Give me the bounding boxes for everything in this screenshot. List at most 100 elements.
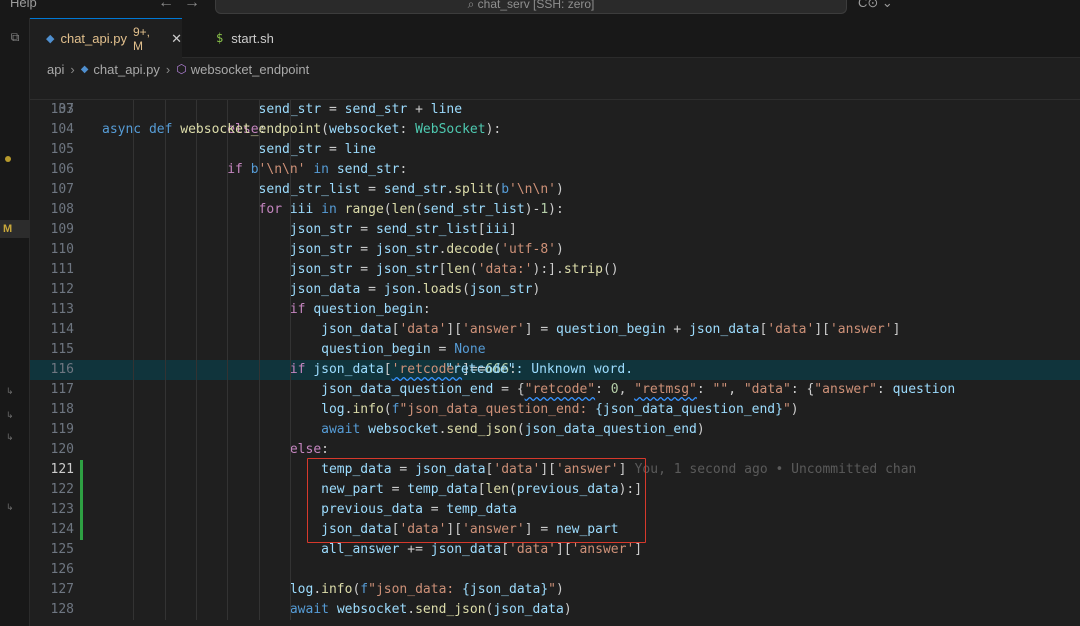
shell-icon: $ xyxy=(216,31,224,45)
code-line[interactable]: 105 send_str = line xyxy=(30,140,1080,160)
git-change-marker[interactable] xyxy=(80,480,83,500)
account-icon[interactable]: C⊙ ⌄ xyxy=(858,0,893,11)
git-change-marker[interactable] xyxy=(80,500,83,520)
code-line[interactable]: 117 json_data_question_end = {"retcode":… xyxy=(30,380,1080,400)
method-icon: ⬡ xyxy=(176,62,187,76)
code-line[interactable]: 112 json_data = json.loads(json_str) xyxy=(30,280,1080,300)
code-line[interactable]: 110 json_str = json_str.decode('utf-8') xyxy=(30,240,1080,260)
reply-arrow-icon: ↳ xyxy=(6,432,14,442)
code-line[interactable]: 103 send_str = send_str + line xyxy=(30,100,1080,120)
breadcrumb-symbol[interactable]: websocket_endpoint xyxy=(191,62,310,77)
code-text: question_begin = None xyxy=(321,342,486,357)
code-line[interactable]: 109 json_str = send_str_list[iii] xyxy=(30,220,1080,240)
code-line[interactable]: 113 if question_begin: xyxy=(30,300,1080,320)
code-text: json_str = json_str.decode('utf-8') xyxy=(289,242,564,257)
forward-arrow-icon[interactable]: → xyxy=(184,0,200,12)
line-number: 107 xyxy=(50,182,74,197)
close-icon[interactable]: ✕ xyxy=(171,31,182,47)
indent-guide xyxy=(289,100,291,620)
line-number: 110 xyxy=(50,242,74,257)
code-line[interactable]: 119 await websocket.send_json(json_data_… xyxy=(30,420,1080,440)
problems-badge: 9+, M xyxy=(132,24,150,53)
code-line[interactable]: 126 xyxy=(30,560,1080,580)
line-number: 114 xyxy=(50,322,74,337)
breadcrumb-file[interactable]: chat_api.py xyxy=(93,62,160,77)
line-number: 106 xyxy=(50,162,74,177)
tab-chat-api[interactable]: ◆ chat_api.py 9+, M ✕ xyxy=(30,18,182,58)
title-bar: Help ← → ⌕ chat_serv [SSH: zero] C⊙ ⌄ xyxy=(0,0,1080,18)
activity-bar: ⧉ M ↳ ↳ ↳ ↳ xyxy=(0,18,30,626)
line-number: 112 xyxy=(50,282,74,297)
line-number: 109 xyxy=(50,222,74,237)
code-text: await websocket.send_json(json_data_ques… xyxy=(321,422,705,437)
warning-dot-icon xyxy=(5,156,11,162)
indent-guide xyxy=(195,100,197,620)
reply-arrow-icon: ↳ xyxy=(6,502,14,512)
tab-start-sh[interactable]: $ start.sh xyxy=(200,18,310,58)
line-number: 111 xyxy=(50,262,74,277)
code-text: if question_begin: xyxy=(289,302,431,317)
indent-guide xyxy=(258,100,260,620)
code-text: for iii in range(len(send_str_list)-1): xyxy=(258,202,564,217)
breadcrumb: api › ◆ chat_api.py › ⬡ websocket_endpoi… xyxy=(30,58,1080,80)
code-text: if b'\n\n' in send_str: xyxy=(227,162,408,177)
code-line[interactable]: 125 all_answer += json_data['data']['ans… xyxy=(30,540,1080,560)
spell-check-hint: "retcode": Unknown word. xyxy=(445,362,634,377)
code-text: json_data = json.loads(json_str) xyxy=(289,282,541,297)
code-text: json_data_question_end = {"retcode": 0, … xyxy=(321,382,956,397)
back-arrow-icon[interactable]: ← xyxy=(158,0,174,12)
code-text: send_str = line xyxy=(259,142,376,157)
code-line[interactable]: 120 else: xyxy=(30,440,1080,460)
line-number: 125 xyxy=(50,542,74,557)
tab-label: chat_api.py xyxy=(60,31,127,46)
code-text: log.info(f"json_data: {json_data}") xyxy=(289,582,564,597)
code-text: else: xyxy=(289,442,329,457)
breadcrumb-folder[interactable]: api xyxy=(47,62,64,77)
code-line[interactable]: 115 question_begin = None xyxy=(30,340,1080,360)
code-line[interactable]: 118 log.info(f"json_data_question_end: {… xyxy=(30,400,1080,420)
line-number: 127 xyxy=(50,582,74,597)
line-number: 37 xyxy=(58,102,74,117)
code-editor[interactable]: 37 async def websocket_endpoint(websocke… xyxy=(30,80,1080,626)
code-text: all_answer += json_data['data']['answer'… xyxy=(321,542,643,557)
line-number: 108 xyxy=(50,202,74,217)
code-line[interactable]: 111 json_str = json_str[len('data:'):].s… xyxy=(30,260,1080,280)
code-text: json_str = json_str[len('data:'):].strip… xyxy=(289,262,619,277)
code-line[interactable]: 106 if b'\n\n' in send_str: xyxy=(30,160,1080,180)
sticky-scroll-line[interactable]: 37 async def websocket_endpoint(websocke… xyxy=(30,80,1080,137)
line-number: 121 xyxy=(50,462,74,477)
reply-arrow-icon: ↳ xyxy=(6,410,14,420)
git-change-marker[interactable] xyxy=(80,460,83,480)
line-number: 123 xyxy=(50,502,74,517)
python-icon: ◆ xyxy=(46,33,55,45)
tab-label: start.sh xyxy=(231,30,274,46)
menu-help[interactable]: Help xyxy=(10,0,37,10)
code-line[interactable]: 114 json_data['data']['answer'] = questi… xyxy=(30,320,1080,340)
command-center[interactable]: ⌕ chat_serv [SSH: zero] xyxy=(215,0,847,14)
line-number: 126 xyxy=(50,562,74,577)
highlight-box xyxy=(307,458,647,543)
modified-badge[interactable]: M xyxy=(0,220,30,238)
line-number: 116 xyxy=(50,362,74,377)
editor-tabs: ◆ chat_api.py 9+, M ✕ $ start.sh xyxy=(30,18,1080,58)
code-line[interactable]: 107 send_str_list = send_str.split(b'\n\… xyxy=(30,180,1080,200)
chevron-right-icon: › xyxy=(70,61,75,77)
code-line[interactable]: 127 log.info(f"json_data: {json_data}") xyxy=(30,580,1080,600)
code-text: send_str = send_str + line xyxy=(259,102,463,117)
line-number: 120 xyxy=(50,442,74,457)
line-number: 119 xyxy=(50,422,74,437)
code-text: await websocket.send_json(json_data) xyxy=(289,602,572,617)
indent-guide xyxy=(133,100,135,620)
code-line[interactable]: 128 await websocket.send_json(json_data) xyxy=(30,600,1080,620)
line-number: 124 xyxy=(50,522,74,537)
code-text: json_data['data']['answer'] = question_b… xyxy=(321,322,901,337)
git-change-marker[interactable] xyxy=(80,520,83,540)
chevron-right-icon: › xyxy=(165,61,171,77)
indent-guide xyxy=(164,100,166,620)
explorer-icon[interactable]: ⧉ xyxy=(0,30,30,45)
reply-arrow-icon: ↳ xyxy=(6,386,14,396)
git-blame-annotation: You, 1 second ago • Uncommitted chan xyxy=(634,462,917,477)
code-line[interactable]: 108 for iii in range(len(send_str_list)-… xyxy=(30,200,1080,220)
line-number: 118 xyxy=(50,402,74,417)
code-text: send_str_list = send_str.split(b'\n\n') xyxy=(258,182,564,197)
